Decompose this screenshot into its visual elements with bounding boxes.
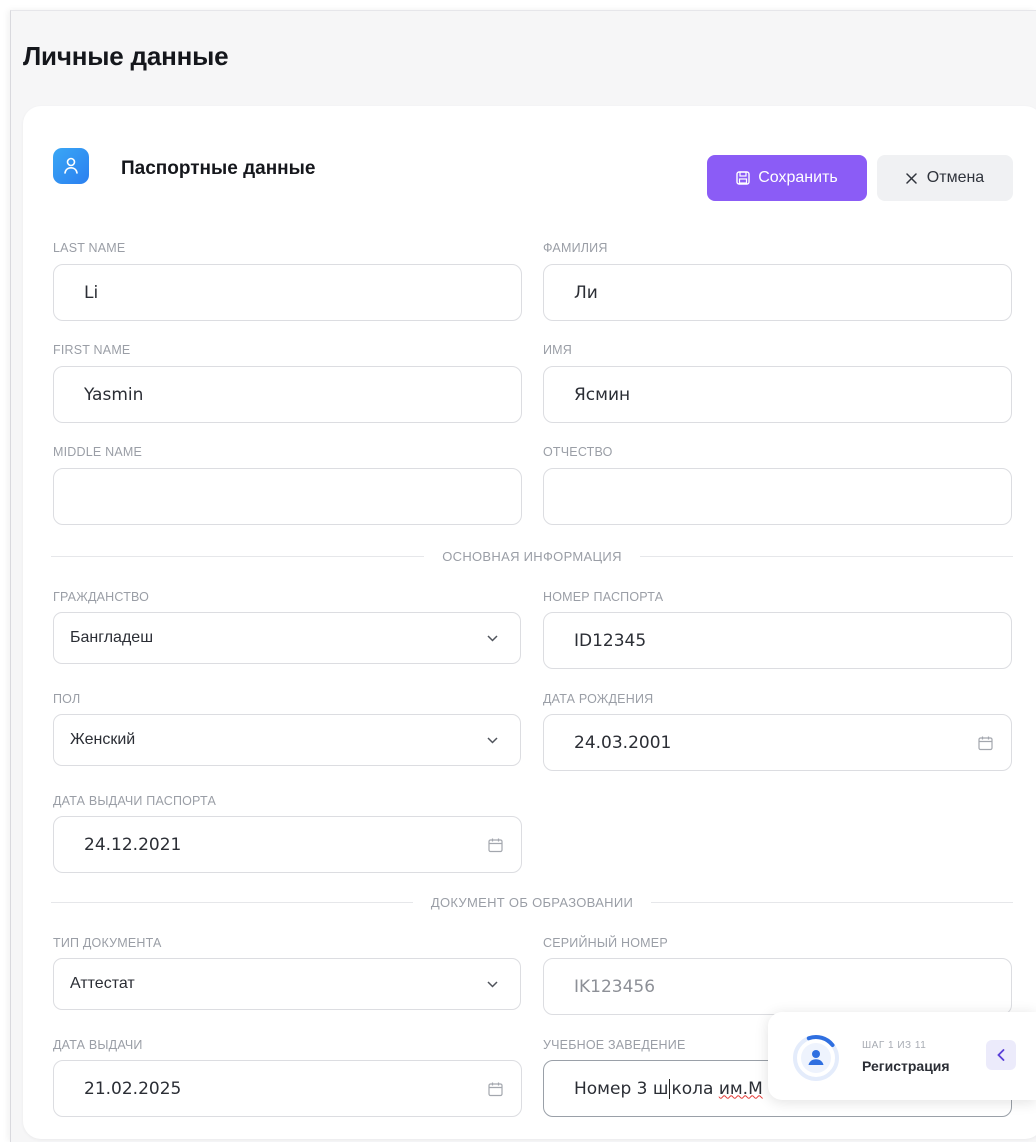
middle-name-en-label: MIDDLE NAME [53, 445, 143, 459]
birth-date-field[interactable]: 24.03.2001 [543, 714, 1012, 771]
step-name: Регистрация [862, 1058, 950, 1074]
doc-type-value: Аттестат [70, 975, 135, 992]
issue-date-field[interactable]: 21.02.2025 [53, 1060, 522, 1117]
institution-value-before-caret: Номер 3 ш [574, 1078, 669, 1099]
gender-label: ПОЛ [53, 692, 81, 706]
user-icon [801, 1043, 831, 1073]
user-icon [53, 148, 89, 184]
birth-date-label: ДАТА РОЖДЕНИЯ [543, 692, 654, 706]
chevron-down-icon [487, 634, 498, 642]
cancel-button-label: Отмена [926, 169, 985, 186]
section-title-basic: ОСНОВНАЯ ИНФОРМАЦИЯ [442, 548, 622, 564]
issue-date-label: ДАТА ВЫДАЧИ [53, 1038, 143, 1052]
first-name-ru-label: ИМЯ [543, 343, 573, 357]
section-divider-education: ДОКУМЕНТ ОБ ОБРАЗОВАНИИ [51, 892, 1014, 912]
birth-date-value: 24.03.2001 [574, 732, 672, 753]
save-button-label: Сохранить [758, 169, 838, 186]
section-divider-basic: ОСНОВНАЯ ИНФОРМАЦИЯ [51, 546, 1013, 566]
calendar-icon[interactable] [488, 837, 503, 852]
serial-number-field[interactable]: IK123456 [543, 958, 1012, 1015]
institution-label: УЧЕБНОЕ ЗАВЕДЕНИЕ [543, 1038, 686, 1052]
close-icon [906, 172, 917, 184]
institution-value-after-caret: кола [671, 1078, 719, 1099]
citizenship-select[interactable]: Бангладеш [53, 612, 521, 664]
middle-name-en-field[interactable] [53, 468, 522, 525]
middle-name-ru-field[interactable] [543, 468, 1012, 525]
passport-number-field[interactable]: ID12345 [543, 612, 1012, 669]
last-name-ru-label: ФАМИЛИЯ [543, 241, 608, 255]
first-name-ru-field[interactable]: Ясмин [543, 366, 1012, 423]
floppy-disk-icon [736, 171, 750, 185]
page-title: Личные данные [23, 41, 229, 71]
citizenship-label: ГРАЖДАНСТВО [53, 590, 150, 604]
save-button[interactable]: Сохранить [707, 155, 867, 201]
last-name-en-label: LAST NAME [53, 241, 126, 255]
doc-type-select[interactable]: Аттестат [53, 958, 521, 1010]
step-toggle-button[interactable] [986, 1040, 1016, 1070]
card-title: Паспортные данные [121, 158, 316, 179]
text-caret [669, 1078, 671, 1099]
chevron-down-icon [487, 980, 498, 988]
serial-number-label: СЕРИЙНЫЙ НОМЕР [543, 936, 668, 950]
last-name-ru-field[interactable]: Ли [543, 264, 1012, 321]
citizenship-value: Бангладеш [70, 629, 154, 646]
app-frame: Личные данные Паспортные данные Сохранит… [10, 10, 1036, 1142]
step-progress-ring [793, 1035, 839, 1081]
chevron-down-icon [487, 736, 498, 744]
calendar-icon[interactable] [978, 735, 993, 750]
first-name-en-field[interactable]: Yasmin [53, 366, 522, 423]
passport-number-label: НОМЕР ПАСПОРТА [543, 590, 664, 604]
chevron-left-icon [997, 1049, 1005, 1061]
section-title-education: ДОКУМЕНТ ОБ ОБРАЗОВАНИИ [430, 894, 634, 910]
first-name-en-label: FIRST NAME [53, 343, 131, 357]
calendar-icon[interactable] [488, 1081, 503, 1096]
gender-value: Женский [70, 731, 136, 748]
step-count: ШАГ 1 ИЗ 11 [862, 1040, 927, 1051]
issue-date-value: 21.02.2025 [84, 1078, 182, 1099]
middle-name-ru-label: ОТЧЕСТВО [543, 445, 613, 459]
passport-issue-date-field[interactable]: 24.12.2021 [53, 816, 522, 873]
passport-issue-date-label: ДАТА ВЫДАЧИ ПАСПОРТА [53, 794, 216, 808]
gender-select[interactable]: Женский [53, 714, 521, 766]
last-name-en-field[interactable]: Li [53, 264, 522, 321]
step-progress-widget[interactable]: ШАГ 1 ИЗ 11 Регистрация [768, 1012, 1036, 1100]
passport-card: Паспортные данные Сохранить Отмена LAST … [23, 106, 1036, 1139]
doc-type-label: ТИП ДОКУМЕНТА [53, 936, 162, 950]
cancel-button[interactable]: Отмена [877, 155, 1013, 201]
passport-issue-date-value: 24.12.2021 [84, 834, 182, 855]
institution-value-misspelled: им.М [718, 1078, 763, 1099]
